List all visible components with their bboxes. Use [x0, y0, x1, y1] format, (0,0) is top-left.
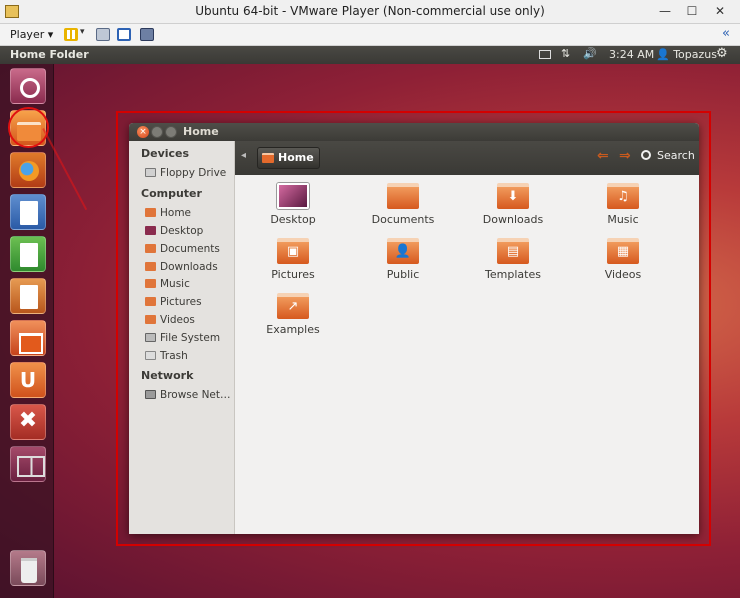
workspace-switcher-icon[interactable]: [10, 446, 46, 482]
chevron-down-icon[interactable]: ▾: [80, 27, 85, 37]
network-icon[interactable]: ⇅: [561, 47, 570, 60]
panel-user-menu[interactable]: 👤 Topazus: [656, 48, 717, 61]
system-settings-icon[interactable]: ✖: [10, 404, 46, 440]
fullscreen-icon[interactable]: [117, 28, 131, 41]
ubuntu-top-panel: Home Folder ⇅ 🔊 3:24 AM 👤 Topazus ⚙: [0, 46, 740, 64]
send-ctrl-alt-del-icon[interactable]: [96, 28, 110, 41]
vmware-toolbar: Player ▾ ▾ «: [0, 24, 740, 46]
minimize-button[interactable]: —: [657, 4, 673, 18]
libreoffice-writer-icon[interactable]: [10, 194, 46, 230]
firefox-icon[interactable]: [10, 152, 46, 188]
libreoffice-calc-icon[interactable]: [10, 236, 46, 272]
panel-app-title: Home Folder: [10, 48, 89, 61]
session-gear-icon[interactable]: ⚙: [716, 46, 728, 61]
player-menu-button[interactable]: Player ▾: [6, 27, 57, 43]
unity-mode-icon[interactable]: [140, 28, 154, 41]
settings-glyph: ✖: [18, 408, 38, 433]
window-title: Ubuntu 64-bit - VMware Player (Non-comme…: [195, 4, 545, 18]
annotation-highlight-circle: [8, 107, 49, 148]
software-center-icon[interactable]: [10, 320, 46, 356]
ubuntu-one-letter: U: [19, 368, 37, 392]
pause-icon[interactable]: [64, 28, 78, 41]
libreoffice-impress-icon[interactable]: [10, 278, 46, 314]
collapse-toolbar-button[interactable]: «: [722, 26, 730, 41]
sound-icon[interactable]: 🔊: [583, 47, 597, 60]
player-menu-label: Player: [10, 28, 45, 41]
close-button[interactable]: ✕: [712, 4, 728, 18]
dash-home-icon[interactable]: [10, 68, 46, 104]
trash-launcher-icon[interactable]: [10, 550, 46, 586]
maximize-button[interactable]: ☐: [684, 4, 700, 18]
mail-icon[interactable]: [539, 50, 551, 59]
annotation-highlight-box: [116, 111, 711, 546]
panel-clock[interactable]: 3:24 AM: [609, 48, 654, 61]
ubuntu-one-icon[interactable]: U: [10, 362, 46, 398]
vmware-titlebar: Ubuntu 64-bit - VMware Player (Non-comme…: [0, 0, 740, 24]
